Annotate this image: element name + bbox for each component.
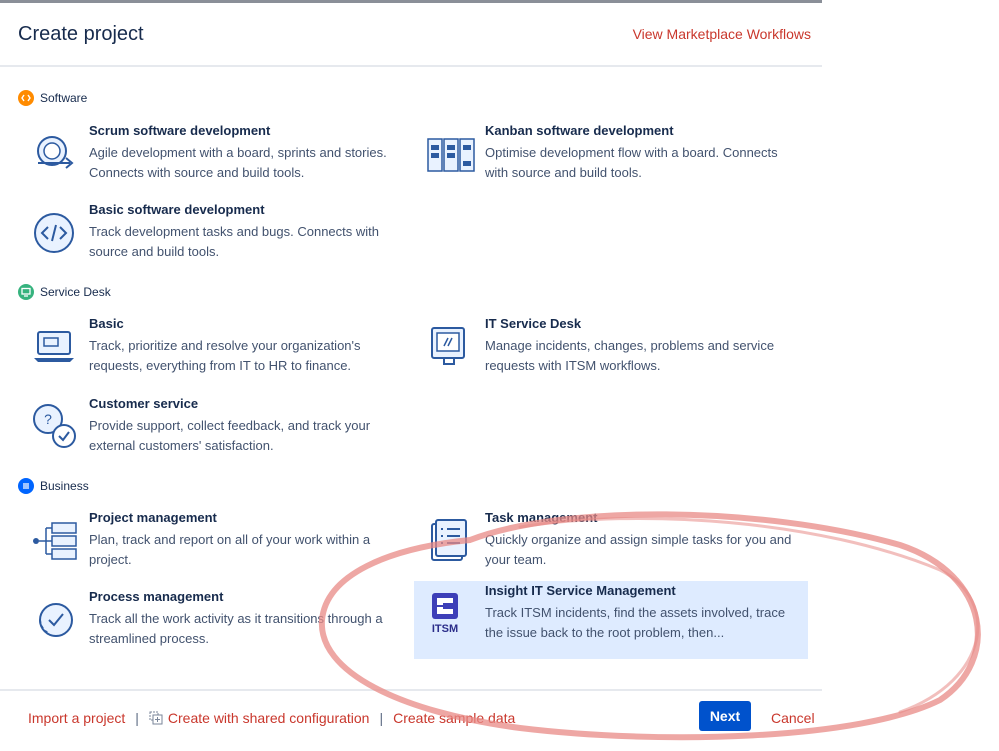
itsm-logo-icon: ITSM [426, 591, 476, 641]
shared-config-icon [149, 711, 163, 725]
template-name: IT Service Desk [485, 316, 582, 331]
scrum-cycle-icon [37, 136, 74, 169]
template-description: Plan, track and report on all of your wo… [89, 532, 371, 567]
template-insight-itsm[interactable]: ITSM Insight IT Service Management Track… [414, 581, 808, 659]
import-project-link[interactable]: Import a project [28, 710, 125, 726]
separator: | [135, 710, 139, 726]
template-description: Track, prioritize and resolve your organ… [89, 338, 361, 373]
section-service-desk: Service Desk [18, 283, 111, 301]
checklist-icon [431, 519, 467, 561]
cancel-button[interactable]: Cancel [771, 710, 815, 726]
template-customer-service[interactable]: ? Customer service Provide support, coll… [18, 394, 412, 470]
template-name: Customer service [89, 396, 199, 411]
template-basic-software[interactable]: Basic software development Track develop… [18, 200, 412, 276]
template-name: Project management [89, 510, 217, 525]
laptop-icon [34, 331, 74, 362]
progress-check-icon [39, 603, 73, 637]
list-icon [18, 478, 34, 494]
code-icon [18, 90, 34, 106]
template-name: Task management [485, 510, 598, 525]
template-description: Provide support, collect feedback, and t… [89, 418, 371, 453]
section-label: Service Desk [40, 285, 111, 299]
template-kanban[interactable]: Kanban software development Optimise dev… [414, 121, 808, 197]
template-name: Basic software development [89, 202, 265, 217]
template-name: Scrum software development [89, 123, 271, 138]
template-project-management[interactable]: Project management Plan, track and repor… [18, 508, 412, 584]
dialog-header: Create project View Marketplace Workflow… [0, 3, 822, 67]
monitor-stand-icon [431, 327, 465, 365]
template-task-management[interactable]: Task management Quickly organize and ass… [414, 508, 808, 584]
section-label: Business [40, 479, 89, 493]
hierarchy-icon [33, 522, 77, 560]
template-name: Insight IT Service Management [485, 583, 676, 598]
template-description: Track all the work activity as it transi… [89, 611, 383, 646]
question-chat-icon: ? [33, 404, 76, 448]
view-marketplace-workflows-link[interactable]: View Marketplace Workflows [633, 26, 811, 42]
create-project-dialog: Create project View Marketplace Workflow… [0, 0, 822, 746]
create-sample-data-link[interactable]: Create sample data [393, 710, 515, 726]
dialog-footer: Import a project | Create with shared co… [0, 689, 822, 751]
next-button[interactable]: Next [699, 701, 751, 731]
template-process-management[interactable]: Process management Track all the work ac… [18, 587, 412, 663]
template-description: Manage incidents, changes, problems and … [485, 338, 775, 373]
create-shared-config-link[interactable]: Create with shared configuration [168, 710, 370, 726]
code-brackets-icon [34, 213, 74, 253]
itsm-logo-text: ITSM [432, 623, 458, 635]
template-basic-service[interactable]: Basic Track, prioritize and resolve your… [18, 314, 412, 390]
section-label: Software [40, 91, 88, 105]
kanban-board-icon [427, 138, 475, 172]
svg-text:?: ? [44, 411, 52, 427]
template-name: Kanban software development [485, 123, 674, 138]
dialog-title: Create project [18, 23, 144, 45]
section-business: Business [18, 477, 89, 495]
separator: | [379, 710, 384, 726]
section-software: Software [18, 89, 87, 107]
template-description: Quickly organize and assign simple tasks… [485, 532, 792, 567]
template-name: Basic [89, 316, 124, 331]
template-description: Optimise development flow with a board. … [485, 145, 778, 180]
template-description: Agile development with a board, sprints … [89, 145, 387, 180]
template-description: Track ITSM incidents, find the assets in… [485, 605, 786, 640]
template-description: Track development tasks and bugs. Connec… [89, 224, 379, 259]
template-scrum[interactable]: Scrum software development Agile develop… [18, 121, 412, 197]
footer-links: Import a project | Create with shared co… [28, 710, 515, 726]
monitor-icon [18, 284, 34, 300]
template-it-service-desk[interactable]: IT Service Desk Manage incidents, change… [414, 314, 808, 390]
template-name: Process management [89, 589, 224, 604]
